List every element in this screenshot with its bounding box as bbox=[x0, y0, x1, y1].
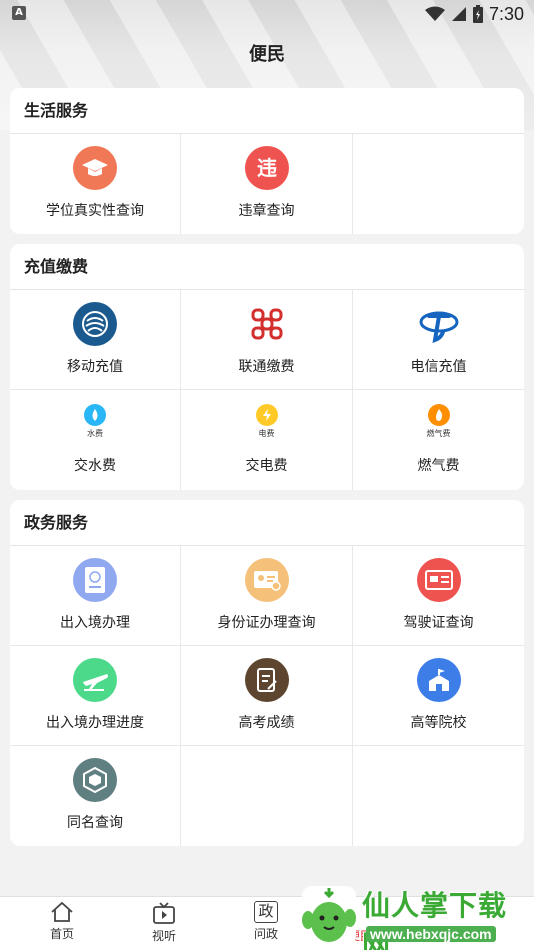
nav-politics[interactable]: 政 问政 bbox=[236, 901, 296, 942]
id-card-item[interactable]: 身份证办理查询 bbox=[181, 546, 353, 646]
life-services-card: 生活服务 学位真实性查询 违 违章查询 bbox=[10, 88, 524, 234]
gas-icon-caption: 燃气费 bbox=[426, 429, 451, 438]
section-title-gov: 政务服务 bbox=[10, 500, 524, 546]
telecom-recharge-item[interactable]: 电信充值 bbox=[353, 290, 524, 390]
exam-icon bbox=[244, 658, 289, 702]
water-fee-item[interactable]: 水费 交水费 bbox=[10, 390, 181, 490]
cactus-logo bbox=[302, 886, 356, 946]
exit-entry-progress-item[interactable]: 出入境办理进度 bbox=[10, 646, 181, 746]
watermark: 仙人掌下载网 www.hebxqjc.com bbox=[300, 884, 534, 950]
electric-fee-item[interactable]: 电费 交电费 bbox=[181, 390, 353, 490]
same-name-icon bbox=[73, 758, 117, 802]
id-card-icon bbox=[244, 558, 289, 602]
item-label: 交水费 bbox=[74, 458, 116, 474]
degree-verify-item[interactable]: 学位真实性查询 bbox=[10, 134, 181, 234]
mobile-recharge-item[interactable]: 移动充值 bbox=[10, 290, 181, 390]
empty-cell bbox=[353, 134, 524, 234]
nav-video[interactable]: 视听 bbox=[134, 901, 194, 944]
zheng-icon: 政 bbox=[254, 901, 278, 923]
item-label: 同名查询 bbox=[67, 815, 123, 831]
china-mobile-logo bbox=[73, 302, 117, 346]
driver-license-icon bbox=[416, 558, 461, 602]
china-unicom-logo bbox=[244, 302, 289, 346]
driver-license-item[interactable]: 驾驶证查询 bbox=[353, 546, 524, 646]
university-item[interactable]: 高等院校 bbox=[353, 646, 524, 746]
item-label: 电信充值 bbox=[410, 359, 467, 375]
water-icon-caption: 水费 bbox=[87, 429, 103, 438]
empty-cell bbox=[181, 746, 353, 846]
watermark-url: www.hebxqjc.com bbox=[366, 926, 496, 942]
empty-cell bbox=[353, 746, 524, 846]
gas-icon: 燃气费 bbox=[427, 404, 451, 439]
tv-icon bbox=[153, 902, 175, 924]
signal-icon bbox=[451, 7, 466, 21]
home-icon bbox=[51, 901, 73, 922]
nav-label: 问政 bbox=[253, 927, 278, 941]
gaokao-score-item[interactable]: 高考成绩 bbox=[181, 646, 353, 746]
graduation-cap-icon bbox=[73, 146, 117, 190]
item-label: 驾驶证查询 bbox=[403, 615, 474, 631]
item-label: 违章查询 bbox=[238, 203, 295, 219]
status-right: 7:30 bbox=[424, 2, 524, 26]
wifi-icon bbox=[424, 6, 445, 21]
item-label: 燃气费 bbox=[417, 458, 460, 474]
status-time: 7:30 bbox=[488, 3, 524, 24]
china-telecom-logo bbox=[416, 302, 461, 346]
nav-home[interactable]: 首页 bbox=[32, 901, 92, 942]
page-title: 便民 bbox=[249, 44, 285, 65]
item-label: 高考成绩 bbox=[238, 715, 295, 731]
svg-text:违: 违 bbox=[257, 156, 277, 180]
item-label: 学位真实性查询 bbox=[46, 203, 144, 219]
notification-icon: A bbox=[12, 6, 26, 20]
item-label: 交电费 bbox=[245, 458, 288, 474]
nav-label: 首页 bbox=[49, 927, 74, 941]
school-icon bbox=[416, 658, 461, 702]
item-label: 联通缴费 bbox=[238, 359, 295, 375]
gas-fee-item[interactable]: 燃气费 燃气费 bbox=[353, 390, 524, 490]
plane-icon bbox=[73, 658, 117, 702]
violation-query-item[interactable]: 违 违章查询 bbox=[181, 134, 353, 234]
section-title-life: 生活服务 bbox=[10, 88, 524, 134]
battery-icon bbox=[472, 5, 483, 23]
electric-icon-caption: 电费 bbox=[258, 429, 275, 438]
item-label: 身份证办理查询 bbox=[217, 615, 316, 631]
passport-icon bbox=[73, 558, 117, 602]
item-label: 高等院校 bbox=[410, 715, 467, 731]
water-icon: 水费 bbox=[84, 404, 106, 439]
same-name-query-item[interactable]: 同名查询 bbox=[10, 746, 181, 846]
item-label: 出入境办理进度 bbox=[46, 715, 144, 731]
violation-icon: 违 bbox=[244, 146, 289, 190]
nav-label: 视听 bbox=[151, 929, 176, 943]
recharge-card: 充值缴费 移动充值 联通缴费 电信充值 水费 交水费 电费 交电费 燃气费 燃气… bbox=[10, 244, 524, 490]
exit-entry-item[interactable]: 出入境办理 bbox=[10, 546, 181, 646]
gov-services-card: 政务服务 出入境办理 身份证办理查询 驾驶证查询 出入境办理进度 高考成绩 高等… bbox=[10, 500, 524, 846]
section-title-recharge: 充值缴费 bbox=[10, 244, 524, 290]
unicom-payment-item[interactable]: 联通缴费 bbox=[181, 290, 353, 390]
item-label: 出入境办理 bbox=[60, 615, 130, 631]
status-bar: A 7:30 bbox=[0, 0, 534, 28]
item-label: 移动充值 bbox=[67, 359, 123, 375]
electric-icon: 电费 bbox=[255, 404, 278, 439]
